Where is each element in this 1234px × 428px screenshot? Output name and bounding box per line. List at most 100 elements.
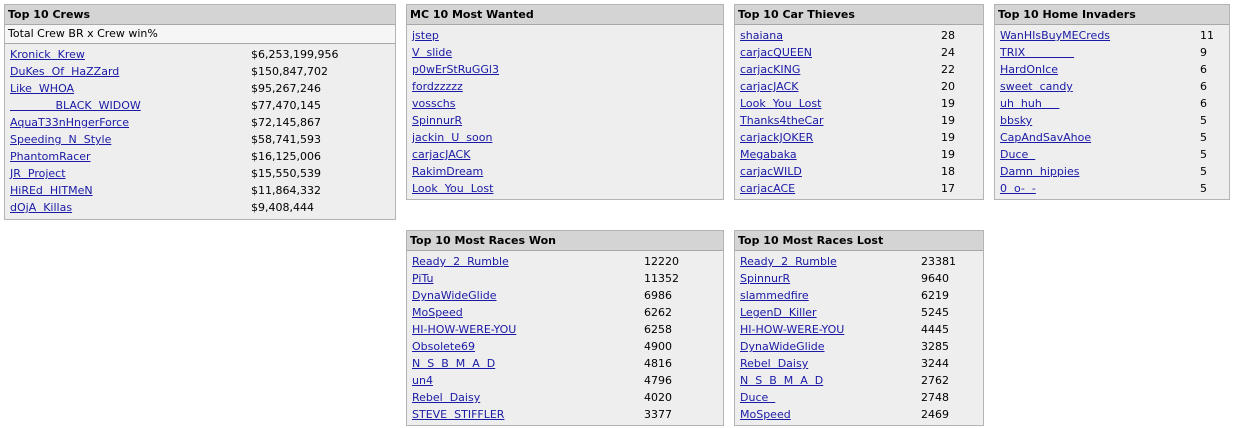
player-link[interactable]: Megabaka xyxy=(740,146,797,163)
player-link[interactable]: HI-HOW-WERE-YOU xyxy=(412,321,516,338)
player-link[interactable]: SpinnurR xyxy=(412,112,462,129)
player-link[interactable]: HiREd HITMeN xyxy=(10,182,93,199)
player-link[interactable]: CapAndSavAhoe xyxy=(1000,129,1091,146)
panel-races-lost: Top 10 Most Races Lost Ready 2 Rumble 233… xyxy=(734,230,984,426)
list-item: un4 4796 xyxy=(407,372,723,389)
list-item: carjacJACK 20 xyxy=(735,78,983,95)
player-link[interactable]: un4 xyxy=(412,372,433,389)
player-link[interactable]: p0wErStRuGGl3 xyxy=(412,61,499,78)
list-item: PhantomRacer $16,125,006 xyxy=(5,148,395,165)
player-link[interactable]: vosschs xyxy=(412,95,455,112)
player-link[interactable]: carjacQUEEN xyxy=(740,44,812,61)
list-item: Duce 5 xyxy=(995,146,1229,163)
player-link[interactable]: Damn hippies xyxy=(1000,163,1079,180)
player-link[interactable]: carjacJACK xyxy=(740,78,798,95)
score-value: 18 xyxy=(941,165,955,178)
score-value: $77,470,145 xyxy=(251,99,321,112)
list-item: HiREd HITMeN $11,864,332 xyxy=(5,182,395,199)
player-link[interactable]: WanHIsBuyMECreds xyxy=(1000,27,1110,44)
player-link[interactable]: Kronick Krew xyxy=(10,46,85,63)
player-link[interactable]: carjacACE xyxy=(740,180,795,197)
player-link[interactable]: Duce xyxy=(740,389,775,406)
list-item: carjacWILD 18 xyxy=(735,163,983,180)
player-link[interactable]: Duce xyxy=(1000,146,1035,163)
player-link[interactable]: LegenD Killer xyxy=(740,304,817,321)
player-link[interactable]: RakimDream xyxy=(412,163,483,180)
player-link[interactable]: PiTu xyxy=(412,270,433,287)
list-item: Ready 2 Rumble 12220 xyxy=(407,253,723,270)
list-item: jstep xyxy=(407,27,723,44)
list-item: shaiana 28 xyxy=(735,27,983,44)
list-item: SpinnurR xyxy=(407,112,723,129)
score-value: 3285 xyxy=(921,340,949,353)
player-link[interactable]: Speeding N Style xyxy=(10,131,111,148)
player-link[interactable]: slammedfire xyxy=(740,287,809,304)
player-link[interactable]: DynaWideGlide xyxy=(740,338,825,355)
player-link[interactable]: jstep xyxy=(412,27,439,44)
player-link[interactable]: carjacWILD xyxy=(740,163,802,180)
score-value: 4900 xyxy=(644,340,672,353)
score-value: 12220 xyxy=(644,255,679,268)
ranking-list: Ready 2 Rumble 23381 SpinnurR 9640 slammedfi… xyxy=(735,251,983,423)
player-link[interactable]: Thanks4theCar xyxy=(740,112,824,129)
player-link[interactable]: carjacKING xyxy=(740,61,800,78)
player-link[interactable]: sweet candy xyxy=(1000,78,1073,95)
list-item: carjacQUEEN 24 xyxy=(735,44,983,61)
score-value: 6258 xyxy=(644,323,672,336)
player-link[interactable]: JR Project xyxy=(10,165,66,182)
list-item: HI-HOW-WERE-YOU 4445 xyxy=(735,321,983,338)
player-link[interactable]: V slide xyxy=(412,44,452,61)
player-link[interactable]: 0 o- - xyxy=(1000,180,1036,197)
score-value: 5 xyxy=(1200,182,1207,195)
score-value: $72,145,867 xyxy=(251,116,321,129)
player-link[interactable]: Rebel Daisy xyxy=(740,355,808,372)
player-link[interactable]: HardOnIce xyxy=(1000,61,1058,78)
player-link[interactable]: carjackJOKER xyxy=(740,129,813,146)
player-link[interactable]: DynaWideGlide xyxy=(412,287,497,304)
score-value: 23381 xyxy=(921,255,956,268)
player-link[interactable]: AquaT33nHngerForce xyxy=(10,114,129,131)
player-link[interactable]: TRIX xyxy=(1000,44,1074,61)
player-link[interactable]: Look You Lost xyxy=(412,180,493,197)
list-item: SpinnurR 9640 xyxy=(735,270,983,287)
player-link[interactable]: fordzzzzz xyxy=(412,78,463,95)
player-link[interactable]: uh huh xyxy=(1000,95,1059,112)
panel-title: MC 10 Most Wanted xyxy=(407,5,723,25)
panel-title: Top 10 Car Thieves xyxy=(735,5,983,25)
player-link[interactable]: Ready 2 Rumble xyxy=(740,253,837,270)
player-link[interactable]: N S B M A D xyxy=(740,372,823,389)
player-link[interactable]: BLACK WIDOW xyxy=(10,97,140,114)
list-item: Obsolete69 4900 xyxy=(407,338,723,355)
panel-title: Top 10 Most Races Lost xyxy=(735,231,983,251)
panel-most-wanted: MC 10 Most Wanted jstep V slide p0wErStRuG… xyxy=(406,4,724,200)
player-link[interactable]: shaiana xyxy=(740,27,783,44)
player-link[interactable]: DuKes Of HaZZard xyxy=(10,63,119,80)
score-value: $15,550,539 xyxy=(251,167,321,180)
player-link[interactable]: Look You Lost xyxy=(740,95,821,112)
player-link[interactable]: Rebel Daisy xyxy=(412,389,480,406)
player-link[interactable]: jackin U soon xyxy=(412,129,492,146)
score-value: 22 xyxy=(941,63,955,76)
list-item: sweet candy 6 xyxy=(995,78,1229,95)
player-link[interactable]: Like WHOA xyxy=(10,80,74,97)
list-item: Kronick Krew $6,253,199,956 xyxy=(5,46,395,63)
list-item: CapAndSavAhoe 5 xyxy=(995,129,1229,146)
ranking-list: Kronick Krew $6,253,199,956 DuKes Of HaZZa… xyxy=(5,44,395,216)
player-link[interactable]: dOjA Killas xyxy=(10,199,72,216)
player-link[interactable]: Obsolete69 xyxy=(412,338,475,355)
list-item: carjacJACK xyxy=(407,146,723,163)
player-link[interactable]: PhantomRacer xyxy=(10,148,91,165)
score-value: 2748 xyxy=(921,391,949,404)
player-link[interactable]: bbsky xyxy=(1000,112,1032,129)
player-link[interactable]: carjacJACK xyxy=(412,146,470,163)
player-link[interactable]: HI-HOW-WERE-YOU xyxy=(740,321,844,338)
player-link[interactable]: STEVE STIFFLER xyxy=(412,406,504,423)
player-link[interactable]: SpinnurR xyxy=(740,270,790,287)
score-value: $150,847,702 xyxy=(251,65,328,78)
player-link[interactable]: Ready 2 Rumble xyxy=(412,253,509,270)
player-link[interactable]: N S B M A D xyxy=(412,355,495,372)
list-item: DuKes Of HaZZard $150,847,702 xyxy=(5,63,395,80)
list-item: Damn hippies 5 xyxy=(995,163,1229,180)
player-link[interactable]: MoSpeed xyxy=(412,304,463,321)
player-link[interactable]: MoSpeed xyxy=(740,406,791,423)
